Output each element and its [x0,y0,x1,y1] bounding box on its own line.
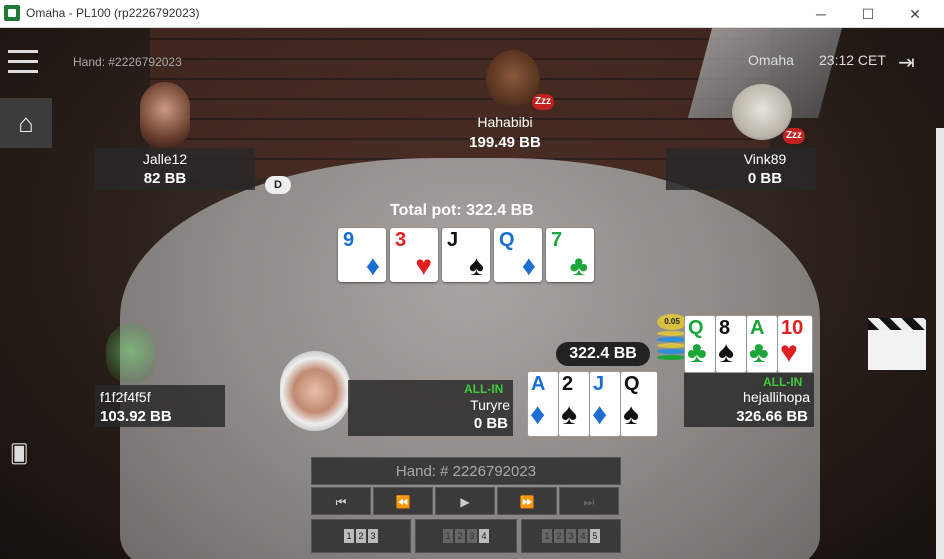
card-rank: J [447,229,459,251]
dealer-button: D [265,176,291,194]
cards-icon[interactable]: 🂠 [10,444,28,465]
diamond-icon: ♦ [592,398,608,431]
game-type-label: Omaha [748,52,794,68]
street-turn-button[interactable]: 1 2 3 4 [415,519,517,553]
hole-card: 10 ♥ [777,315,813,373]
hole-card: Q ♠ [620,371,658,437]
card-rank: 7 [551,229,563,251]
clock-label: 23:12 CET [819,52,886,68]
hole-card: Q ♣ [684,315,716,373]
skip-to-end-button[interactable]: ⏭ [559,487,619,515]
window-title: Omaha - PL100 (rp2226792023) [26,6,200,20]
street-digit: 5 [590,529,600,543]
hole-card: J ♦ [589,371,621,437]
player-name-hahabibi: Hahabibi [477,114,533,130]
home-icon[interactable]: ⌂ [0,98,52,148]
player-stack-jalle12: 82 BB [143,170,187,187]
player-name-hejallihopa: hejallihopa [743,389,810,405]
sleeping-badge: Zzz [783,128,805,144]
hamburger-menu-icon[interactable] [8,50,38,74]
card-rank: J [593,373,605,395]
board-card-1: 9 ♦ [338,228,386,282]
hole-card: A ♣ [746,315,778,373]
player-stack-vink89: 0 BB [747,170,783,187]
avatar-jalle12[interactable] [140,82,190,150]
street-digit: 1 [344,529,354,543]
all-in-badge: ALL-IN [763,375,803,389]
street-digit: 1 [542,529,552,543]
spade-icon: ♠ [623,398,639,431]
maximize-button[interactable]: ☐ [845,0,891,28]
window-edge [936,128,944,559]
hole-card: 8 ♠ [715,315,747,373]
card-rank: Q [499,229,515,251]
player-stack-turyre: 0 BB [473,415,508,432]
street-flop-button[interactable]: 1 2 3 [311,519,411,553]
card-rank: A [531,373,546,395]
street-river-button[interactable]: 1 2 3 4 5 [521,519,621,553]
skip-to-start-button[interactable]: ⏮ [311,487,371,515]
card-rank: 9 [343,229,355,251]
poker-table-area: ⌂ Hand: #2226792023 Omaha 23:12 CET ⇥ Zz… [0,28,944,559]
diamond-icon: ♦ [530,398,546,431]
street-digit: 3 [368,529,378,543]
avatar-f1f2f4f5f[interactable] [106,324,156,384]
play-button[interactable]: ▶ [435,487,495,515]
sleeping-badge: Zzz [532,94,554,110]
diamond-icon: ♦ [521,250,536,281]
player-name-turyre: Turyre [470,397,510,413]
chip-stack-icon: 0.05 [657,314,687,364]
spade-icon: ♠ [718,336,734,369]
street-digit: 2 [455,529,465,543]
street-digit: 2 [554,529,564,543]
spade-icon: ♠ [561,398,577,431]
player-stack-f1f2f4f5f: 103.92 BB [100,408,172,425]
chip-label: 0.05 [657,314,687,330]
card-rank: Q [624,373,640,395]
street-digit: 3 [566,529,576,543]
exit-icon[interactable]: ⇥ [898,50,915,75]
all-in-badge: ALL-IN [464,382,504,396]
player-name-jalle12: Jalle12 [142,151,188,167]
board-card-4: Q ♦ [494,228,542,282]
street-digit: 1 [443,529,453,543]
hole-card: 2 ♠ [558,371,590,437]
rewind-button[interactable]: ⏪ [373,487,433,515]
street-digit: 3 [467,529,477,543]
avatar-turyre[interactable] [280,351,350,431]
club-icon: ♣ [687,336,707,369]
hand-number-label: Hand: #2226792023 [73,55,182,69]
player-name-vink89: Vink89 [743,151,787,167]
clapperboard-decoration [868,318,926,370]
app-icon [4,5,20,21]
street-digit: 4 [578,529,588,543]
card-rank: 2 [562,373,574,395]
player-stack-hejallihopa: 326.66 BB [736,408,808,425]
street-digit: 4 [479,529,489,543]
street-digit: 2 [356,529,366,543]
total-pot-label: Total pot: 322.4 BB [390,202,534,219]
replay-hand-label: Hand: # 2226792023 [311,457,621,485]
club-icon: ♣ [749,336,769,369]
fast-forward-button[interactable]: ⏩ [497,487,557,515]
hole-card: A ♦ [527,371,559,437]
pot-amount: 322.4 BB [556,342,650,366]
close-button[interactable]: ✕ [892,0,938,28]
heart-icon: ♥ [780,336,798,369]
spade-icon: ♠ [469,250,484,281]
board-card-5: 7 ♣ [546,228,594,282]
card-rank: 3 [395,229,407,251]
window-titlebar: Omaha - PL100 (rp2226792023) ─ ☐ ✕ [0,0,944,28]
board-card-2: 3 ♥ [390,228,438,282]
player-stack-hahabibi: 199.49 BB [469,134,541,151]
diamond-icon: ♦ [365,250,380,281]
club-icon: ♣ [569,250,588,281]
minimize-button[interactable]: ─ [798,0,844,28]
player-name-f1f2f4f5f: f1f2f4f5f [100,389,151,405]
heart-icon: ♥ [415,250,432,281]
board-card-3: J ♠ [442,228,490,282]
